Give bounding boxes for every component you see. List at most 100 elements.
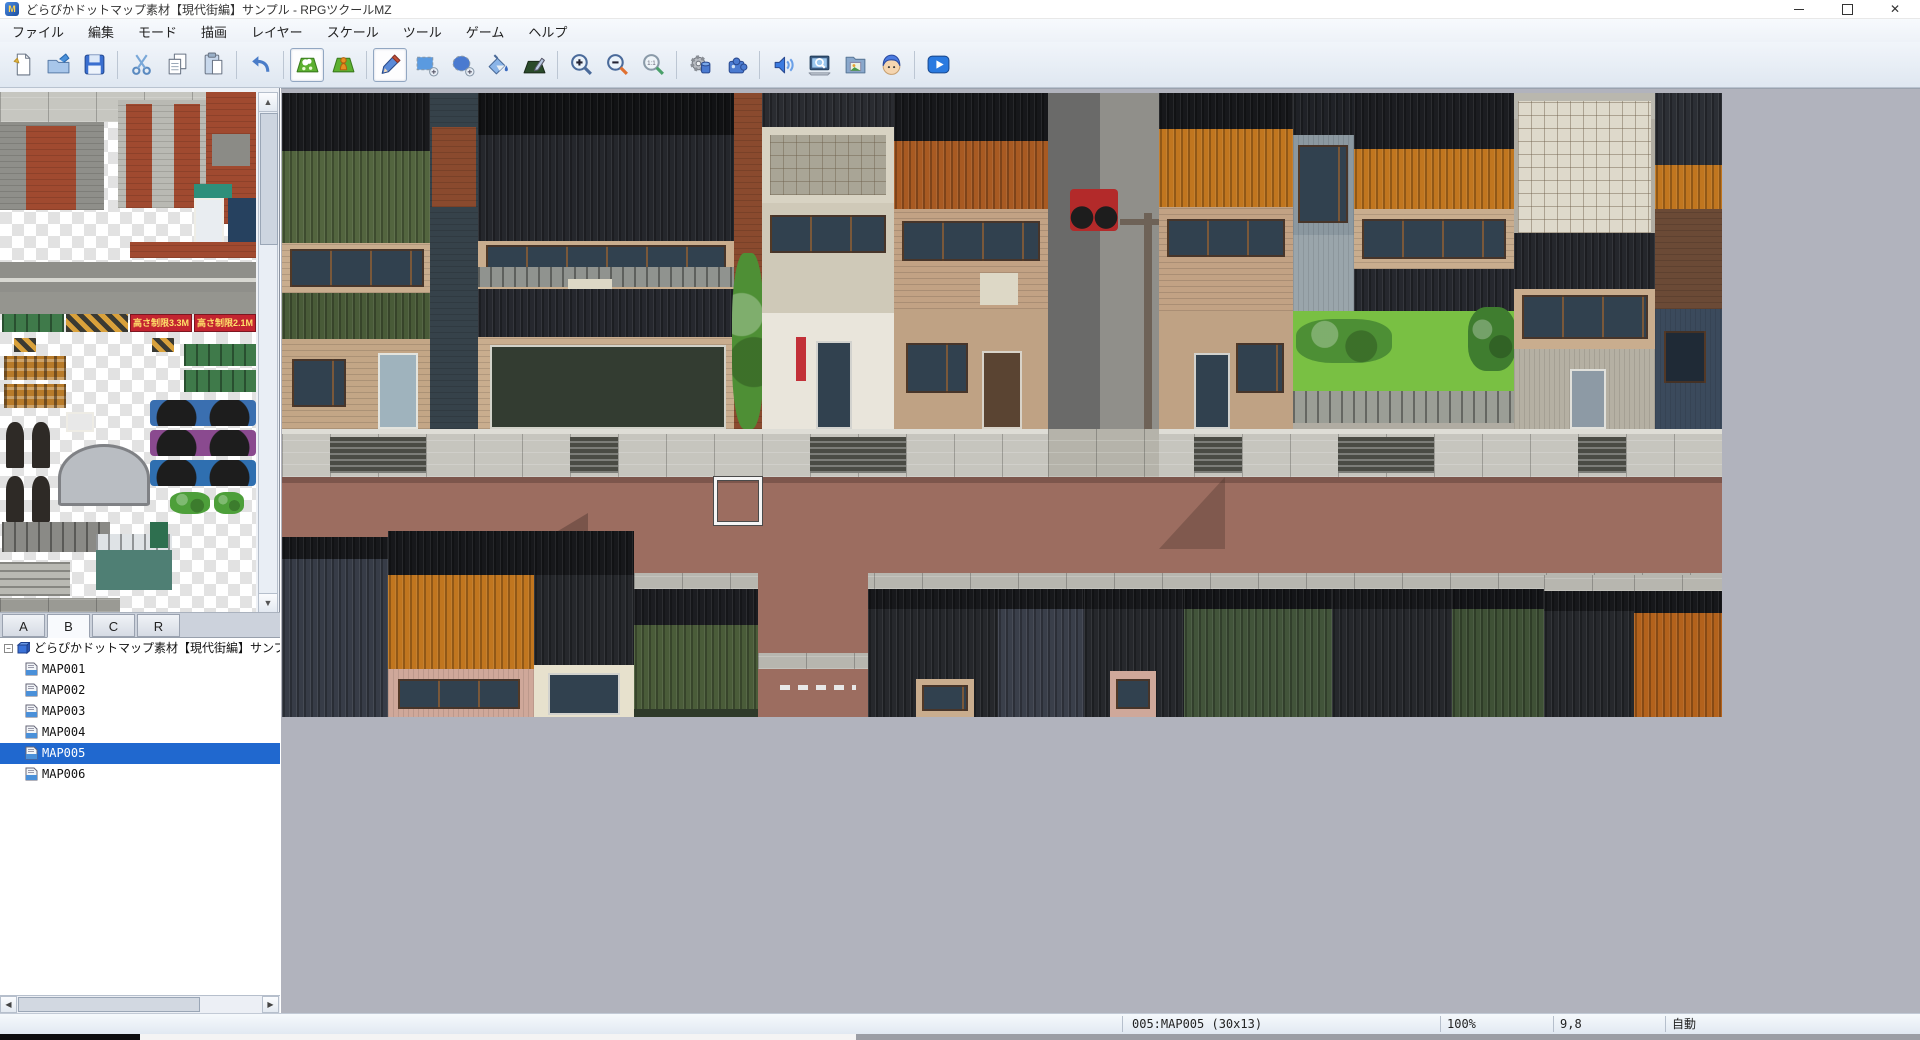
palette-scroll-thumb[interactable] bbox=[260, 113, 278, 245]
shadow-pen-tool-button[interactable] bbox=[517, 48, 551, 82]
pencil-tool-button[interactable] bbox=[373, 48, 407, 82]
tree-root-item[interactable]: −どらぴかドットマップ素材【現代街編】サンプル bbox=[0, 638, 280, 659]
menu-item-1[interactable]: 編集 bbox=[76, 19, 126, 44]
tile-block bbox=[762, 93, 894, 127]
tile-block bbox=[1518, 101, 1651, 233]
database-button[interactable] bbox=[683, 48, 717, 82]
tile-block bbox=[4, 356, 66, 380]
tree-item-map005[interactable]: MAP005 bbox=[0, 743, 280, 764]
tile-block bbox=[1354, 93, 1514, 149]
toolbar-separator bbox=[557, 51, 558, 79]
zoom-actual-button[interactable]: 1:1 bbox=[636, 48, 670, 82]
tree-item-map003[interactable]: MAP003 bbox=[0, 701, 280, 722]
undo-button[interactable] bbox=[243, 48, 277, 82]
open-project-button[interactable] bbox=[41, 48, 75, 82]
tile-block bbox=[1570, 369, 1606, 429]
tile-block bbox=[0, 292, 256, 314]
tile-block bbox=[1354, 269, 1514, 311]
toolbar-separator bbox=[759, 51, 760, 79]
tree-item-map006[interactable]: MAP006 bbox=[0, 764, 280, 785]
menu-item-2[interactable]: モード bbox=[126, 19, 189, 44]
palette-tab-a[interactable]: A bbox=[2, 614, 45, 637]
map-tree: −どらぴかドットマップ素材【現代街編】サンプルMAP001MAP002MAP00… bbox=[0, 638, 280, 995]
scroll-right-icon[interactable]: ▶ bbox=[262, 996, 279, 1013]
paste-button[interactable] bbox=[196, 48, 230, 82]
zoom-out-button[interactable] bbox=[600, 48, 634, 82]
resource-manager-button[interactable] bbox=[838, 48, 872, 82]
tile-block bbox=[1544, 591, 1634, 611]
tile-block bbox=[282, 477, 1722, 483]
zoom-in-button[interactable] bbox=[564, 48, 598, 82]
palette-tab-c[interactable]: C bbox=[92, 614, 135, 637]
toolbar-separator bbox=[914, 51, 915, 79]
tile-block bbox=[126, 104, 152, 208]
tree-hscrollbar[interactable]: ◀ ▶ bbox=[0, 995, 280, 1013]
tile-block bbox=[534, 531, 634, 575]
tile-block bbox=[2, 314, 64, 332]
tile-block bbox=[1578, 437, 1626, 473]
tile-block bbox=[1194, 353, 1230, 429]
tree-scroll-thumb[interactable] bbox=[18, 997, 200, 1012]
palette-tabs: ABCR bbox=[0, 612, 280, 638]
new-file-button[interactable] bbox=[5, 48, 39, 82]
tile-block bbox=[6, 476, 24, 522]
app-window: M どらぴかドットマップ素材【現代街編】サンプル - RPGツクールMZ ✕ フ… bbox=[0, 0, 1920, 1040]
tree-item-map001[interactable]: MAP001 bbox=[0, 659, 280, 680]
undo-icon bbox=[248, 52, 273, 77]
status-zoom: 100% bbox=[1447, 1016, 1476, 1032]
menu-item-6[interactable]: ツール bbox=[391, 19, 454, 44]
tileset-palette[interactable]: 高さ制限3.3M高さ制限2.1M bbox=[0, 92, 256, 612]
palette-tab-r[interactable]: R bbox=[137, 614, 180, 637]
menu-item-5[interactable]: スケール bbox=[315, 19, 391, 44]
tile-block bbox=[980, 273, 1018, 305]
menu-item-8[interactable]: ヘルプ bbox=[516, 19, 579, 44]
tile-block bbox=[2, 522, 110, 552]
tile-block bbox=[14, 338, 36, 352]
save-project-icon bbox=[82, 52, 107, 77]
tile-block bbox=[1159, 129, 1293, 207]
collapse-icon[interactable]: − bbox=[4, 644, 13, 653]
save-project-button[interactable] bbox=[77, 48, 111, 82]
scroll-up-icon[interactable]: ▲ bbox=[259, 93, 277, 112]
flood-fill-tool-button[interactable] bbox=[481, 48, 515, 82]
character-generator-button[interactable] bbox=[874, 48, 908, 82]
tile-block bbox=[1522, 295, 1648, 339]
menu-item-4[interactable]: レイヤー bbox=[239, 19, 315, 44]
tile-block bbox=[1332, 609, 1452, 717]
palette-scrollbar[interactable]: ▲ ▼ bbox=[258, 92, 278, 612]
scroll-left-icon[interactable]: ◀ bbox=[0, 996, 17, 1013]
menu-item-3[interactable]: 描画 bbox=[189, 19, 239, 44]
map-view[interactable] bbox=[282, 93, 1722, 717]
tile-block bbox=[26, 126, 76, 210]
playtest-button[interactable] bbox=[921, 48, 955, 82]
close-button[interactable]: ✕ bbox=[1872, 0, 1918, 18]
tile-block bbox=[816, 341, 852, 429]
tile-block bbox=[1655, 93, 1722, 165]
status-separator bbox=[1665, 1016, 1666, 1032]
tile-block bbox=[634, 625, 758, 709]
status-map-info: 005:MAP005 (30x13) bbox=[1132, 1016, 1262, 1032]
tile-block bbox=[282, 559, 388, 717]
tree-item-map002[interactable]: MAP002 bbox=[0, 680, 280, 701]
minimize-button[interactable] bbox=[1776, 0, 1822, 18]
menu-item-0[interactable]: ファイル bbox=[0, 19, 76, 44]
ellipse-tool-button[interactable] bbox=[445, 48, 479, 82]
map-canvas-area[interactable] bbox=[281, 88, 1920, 1014]
cut-button[interactable] bbox=[124, 48, 158, 82]
tile-block bbox=[194, 184, 232, 198]
palette-tab-b[interactable]: B bbox=[47, 614, 90, 638]
sound-test-button[interactable] bbox=[766, 48, 800, 82]
copy-button[interactable] bbox=[160, 48, 194, 82]
plugin-manager-button[interactable] bbox=[719, 48, 753, 82]
event-mode-button[interactable] bbox=[326, 48, 360, 82]
status-mode: 自動 bbox=[1672, 1016, 1696, 1032]
tree-item-map004[interactable]: MAP004 bbox=[0, 722, 280, 743]
event-searcher-button[interactable] bbox=[802, 48, 836, 82]
status-separator bbox=[1122, 1016, 1123, 1032]
tile-block bbox=[1655, 165, 1722, 209]
rectangle-tool-button[interactable] bbox=[409, 48, 443, 82]
menu-item-7[interactable]: ゲーム bbox=[454, 19, 517, 44]
scroll-down-icon[interactable]: ▼ bbox=[259, 593, 277, 612]
map-mode-button[interactable] bbox=[290, 48, 324, 82]
maximize-button[interactable] bbox=[1824, 0, 1870, 18]
